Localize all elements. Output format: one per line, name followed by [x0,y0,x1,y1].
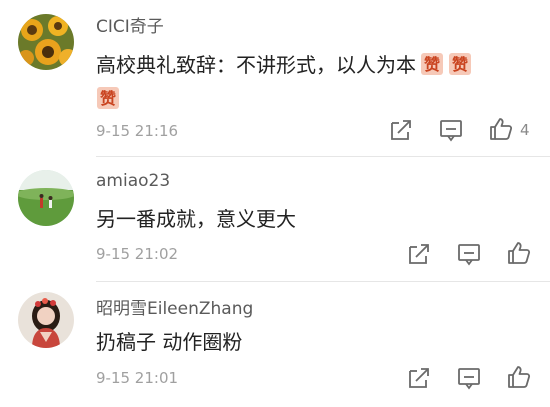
comment-text: 扔稿子 动作圈粉 [96,330,243,354]
girl-avatar-image [18,292,74,348]
username[interactable]: amiao23 [96,171,170,191]
user-avatar[interactable] [18,170,74,226]
like-count: 4 [520,121,530,139]
zan-emoji-icon: 赞 [448,52,472,76]
comment-text: 高校典礼致辞：不讲形式，以人为本赞赞 赞 [96,48,472,116]
svg-text:赞: 赞 [423,55,440,74]
username[interactable]: 昭明雪EileenZhang [96,294,253,319]
comment-time: 9-15 21:01 [96,369,179,387]
thumbs-up-icon[interactable] [488,116,514,142]
svg-text:赞: 赞 [99,89,116,108]
comment-time: 9-15 21:02 [96,245,179,263]
comment-text-content: 高校典礼致辞：不讲形式，以人为本 [96,53,416,77]
thumbs-up-icon[interactable] [506,240,532,266]
svg-text:赞: 赞 [451,55,468,74]
comment-text: 另一番成就，意义更大 [96,207,296,231]
thumbs-up-icon[interactable] [506,364,532,390]
share-icon[interactable] [406,241,432,267]
user-avatar[interactable] [18,292,74,348]
meadow-avatar-image [18,170,74,226]
user-avatar[interactable] [18,14,74,70]
zan-emoji-icon: 赞 [96,86,120,110]
zan-emoji-icon: 赞 [420,52,444,76]
username[interactable]: CICI奇子 [96,12,164,37]
share-icon[interactable] [406,365,432,391]
comment-icon[interactable] [456,365,482,391]
sunflower-avatar-image [18,14,74,70]
divider [96,281,550,282]
divider [96,156,550,157]
comment-time: 9-15 21:16 [96,122,179,140]
share-icon[interactable] [388,117,414,143]
comment-icon[interactable] [438,117,464,143]
comment-icon[interactable] [456,241,482,267]
